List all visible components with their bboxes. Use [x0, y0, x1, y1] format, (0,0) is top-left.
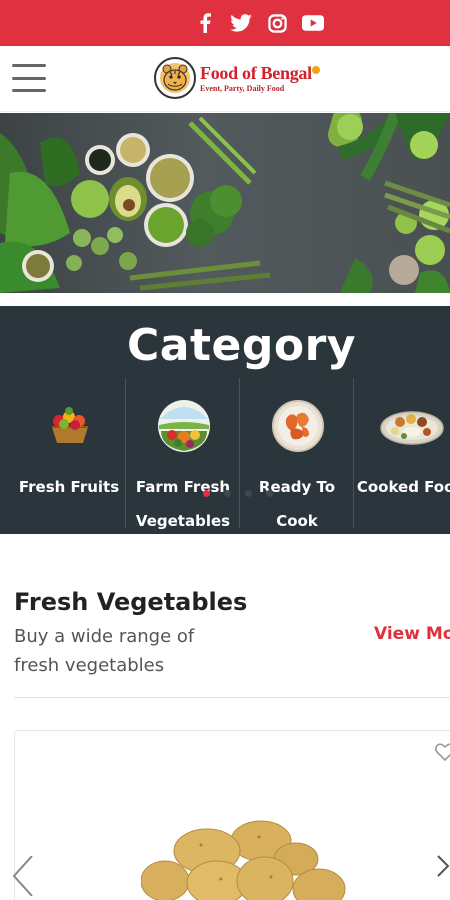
- category-item-farm-fresh-vegetables[interactable]: Farm Fresh Vegetables: [126, 378, 240, 530]
- social-bar: [0, 0, 450, 46]
- fruit-basket-icon: [42, 400, 98, 452]
- chevron-left-icon[interactable]: [0, 855, 40, 897]
- twitter-icon[interactable]: [230, 12, 252, 34]
- tiger-logo-icon: [154, 57, 196, 99]
- vegetables-icon: [156, 400, 212, 452]
- category-label: Farm Fresh Vegetables: [135, 478, 231, 530]
- category-item-ready-to-cook[interactable]: Ready To Cook: [240, 378, 354, 530]
- carousel-dot[interactable]: [224, 490, 231, 497]
- carousel-dot[interactable]: [266, 490, 273, 497]
- view-more-link[interactable]: View More: [374, 624, 450, 644]
- carousel-dot[interactable]: [203, 490, 210, 497]
- category-item-fresh-fruits[interactable]: Fresh Fruits: [12, 378, 126, 528]
- raw-meat-icon: [270, 400, 326, 452]
- potatoes-image: [140, 811, 351, 900]
- category-carousel[interactable]: Fresh Fruits Farm Fresh Vegetables Ready…: [12, 378, 450, 530]
- category-title: Category: [127, 320, 356, 371]
- category-section: Category Fresh Fruits Farm Fresh Vegetab…: [0, 306, 450, 534]
- heart-icon[interactable]: [434, 743, 450, 766]
- category-label: Cooked Food: [356, 478, 450, 496]
- food-platter-icon: [380, 400, 444, 452]
- product-card[interactable]: [14, 730, 450, 900]
- facebook-icon[interactable]: [194, 12, 216, 34]
- site-header: Food of Bengal Event, Party, Daily Food: [0, 46, 450, 112]
- site-logo[interactable]: Food of Bengal Event, Party, Daily Food: [154, 54, 320, 102]
- category-item-cooked-food[interactable]: Cooked Food: [354, 378, 450, 528]
- carousel-dots: [203, 490, 273, 497]
- section-subtitle: Buy a wide range of fresh vegetables: [14, 626, 195, 676]
- registered-mark-icon: [311, 65, 320, 74]
- vegetables-banner-image: [0, 113, 450, 293]
- logo-tagline: Event, Party, Daily Food: [200, 83, 285, 93]
- chevron-right-icon[interactable]: [436, 846, 450, 886]
- logo-name: Food of Bengal: [200, 62, 312, 83]
- section-divider: [14, 697, 450, 698]
- section-title: Fresh Vegetables: [14, 588, 248, 616]
- youtube-icon[interactable]: [302, 12, 324, 34]
- carousel-dot[interactable]: [245, 490, 252, 497]
- hamburger-menu-icon[interactable]: [12, 64, 46, 92]
- instagram-icon[interactable]: [266, 12, 288, 34]
- category-label: Ready To Cook: [258, 478, 336, 530]
- category-label: Fresh Fruits: [18, 478, 120, 496]
- hero-banner: [0, 113, 450, 293]
